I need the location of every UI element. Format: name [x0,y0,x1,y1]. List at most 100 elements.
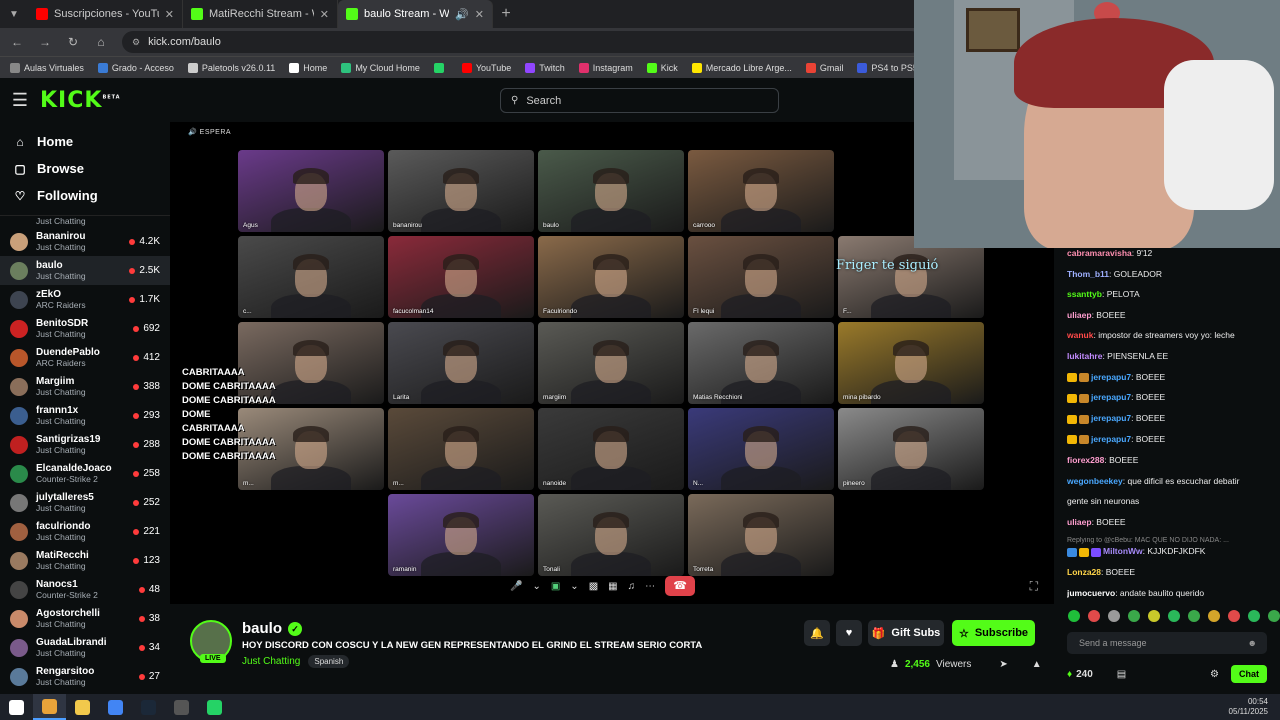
participant-tile[interactable]: ramanin [388,494,534,576]
bookmark-item[interactable]: Grado - Acceso [97,62,174,73]
chat-username[interactable]: wegonbeekey [1067,476,1123,486]
chat-username[interactable]: ssanttyb [1067,289,1102,299]
whatsapp-taskbar-icon[interactable] [198,694,231,720]
menu-icon[interactable]: ☰ [0,90,40,111]
emoji-icon[interactable]: ☻ [1248,638,1257,648]
nav-home[interactable]: ⌂ Home [0,128,170,155]
close-tab-icon[interactable]: ✕ [475,8,484,21]
chat-username[interactable]: jerepapu7 [1091,392,1131,402]
participant-tile[interactable]: facucolman14 [388,236,534,318]
streamer-name[interactable]: baulo [242,620,282,637]
chat-username[interactable]: jerepapu7 [1091,413,1131,423]
chat-input[interactable]: Send a message ☻ [1067,632,1267,654]
chat-username[interactable]: fiorex288 [1067,455,1104,465]
chat-username[interactable]: Lonza28 [1067,567,1101,577]
sidebar-channel[interactable]: BenitoSDR Just Chatting 692 [0,314,170,343]
participant-tile[interactable]: Torreta [688,494,834,576]
browser-tab-matirecchi[interactable]: MatiRecchi Stream - Watch Live... ✕ [183,0,338,28]
browser-tab-baulo[interactable]: baulo Stream - Watch Live ... 🔊 ✕ [338,0,493,28]
participant-tile[interactable]: Larita [388,322,534,404]
windows-start-taskbar-icon[interactable] [0,694,33,720]
report-icon[interactable]: ▲ [1032,659,1042,670]
screen-share-icon[interactable]: ▩ [589,581,598,592]
bookmark-item[interactable]: Mercado Libre Arge... [691,62,792,73]
sidebar-channel[interactable]: frannn1x Just Chatting 293 [0,401,170,430]
bookmark-item[interactable]: Instagram [578,62,633,73]
sidebar-channel[interactable]: Nanocs1 Counter-Strike 2 48 [0,575,170,604]
emote-icon[interactable] [1228,610,1240,622]
chat-username[interactable]: uliaep [1067,310,1092,320]
sidebar-channel[interactable]: julytalleres5 Just Chatting 252 [0,488,170,517]
mic-icon[interactable]: 🎤 [510,581,522,592]
new-tab-button[interactable]: + [493,5,519,23]
back-icon[interactable]: ← [10,35,24,49]
emote-icon[interactable] [1148,610,1160,622]
chat-username[interactable]: lukitahre [1067,351,1102,361]
participant-tile[interactable]: Matias Recchioni [688,322,834,404]
participant-tile[interactable]: mina pibardo [838,322,984,404]
nav-browse[interactable]: ▢ Browse [0,155,170,182]
fullscreen-icon[interactable]: ⛶ [1030,579,1038,594]
chevron-down-icon[interactable]: ⌄ [532,581,540,592]
bookmark-item[interactable]: YouTube [461,62,511,73]
sidebar-channel[interactable]: GuadaLibrandi Just Chatting 34 [0,633,170,662]
emote-icon[interactable] [1068,610,1080,622]
nav-following[interactable]: ♡ Following [0,182,170,209]
emote-icon[interactable] [1088,610,1100,622]
points-count[interactable]: 240 [1076,669,1093,680]
participant-tile[interactable]: N... [688,408,834,490]
emote-icon[interactable] [1268,610,1280,622]
steam-taskbar-icon[interactable] [132,694,165,720]
participant-tile[interactable]: c... [238,236,384,318]
emote-icon[interactable] [1128,610,1140,622]
close-tab-icon[interactable]: ✕ [320,8,329,21]
share-icon[interactable]: ➤ [999,659,1007,670]
settings-icon[interactable]: ⚙ [1210,669,1219,680]
participant-tile[interactable]: Tonali [538,494,684,576]
participant-tile[interactable]: baulo [538,150,684,232]
sidebar-channel[interactable]: faculriondo Just Chatting 221 [0,517,170,546]
emote-icon[interactable] [1108,610,1120,622]
file-explorer-taskbar-icon[interactable] [66,694,99,720]
chat-username[interactable]: cabramaravisha [1067,248,1132,258]
sidebar-channel[interactable]: Margiim Just Chatting 388 [0,372,170,401]
language-tag[interactable]: Spanish [308,655,350,668]
emote-icon[interactable] [1208,610,1220,622]
bookmark-item[interactable]: Twitch [525,62,565,73]
chat-username[interactable]: jerepapu7 [1091,372,1131,382]
activity-icon[interactable]: ▦ [608,581,617,592]
stream-category[interactable]: Just Chatting [242,656,300,667]
obs-taskbar-icon[interactable] [165,694,198,720]
subscribe-button[interactable]: ☆ Subscribe [952,620,1035,646]
chat-username[interactable]: Thom_b11 [1067,269,1109,279]
bookmark-item[interactable]: Kick [646,62,678,73]
sidebar-channel[interactable]: zEkO ARC Raiders 1.7K [0,285,170,314]
url-bar[interactable]: ⚙ kick.com/baulo [122,31,922,53]
participant-tile[interactable]: F... [838,236,984,318]
bookmark-item[interactable]: Paletools v26.0.11 [187,62,275,73]
bookmark-item[interactable]: Gmail [805,62,843,73]
participant-tile[interactable]: Agus [238,150,384,232]
hang-up-button[interactable]: ☎ [665,576,696,596]
chat-username[interactable]: wanuk [1067,330,1093,340]
chrome-taskbar-icon[interactable] [33,694,66,720]
sidebar-channel[interactable]: baulo Just Chatting 2.5K [0,256,170,285]
browser-tab-youtube[interactable]: Suscripciones - YouTube ✕ [28,0,183,28]
system-clock[interactable]: 00:54 05/11/2025 [1229,697,1268,717]
chat-username[interactable]: MiltonWw [1103,546,1143,556]
store-icon[interactable]: ▤ [1117,669,1126,680]
soundboard-icon[interactable]: ♫ [628,581,636,592]
home-icon[interactable]: ⌂ [94,35,108,49]
reload-icon[interactable]: ↻ [66,35,80,49]
chat-username[interactable]: jerepapu7 [1091,434,1131,444]
gift-subs-button[interactable]: 🎁 Gift Subs [868,620,944,646]
sidebar-channel[interactable]: DuendePablo ARC Raiders 412 [0,343,170,372]
sidebar-channel[interactable]: Rengarsitoo Just Chatting 27 [0,662,170,690]
participant-tile[interactable]: FI lequi [688,236,834,318]
kick-logo[interactable]: KICKBETA [40,88,121,113]
bookmark-item[interactable] [433,62,448,73]
sidebar-channel[interactable]: Agostorchelli Just Chatting 38 [0,604,170,633]
close-tab-icon[interactable]: ✕ [165,8,174,21]
emote-icon[interactable] [1248,610,1260,622]
participant-tile[interactable]: bananirou [388,150,534,232]
